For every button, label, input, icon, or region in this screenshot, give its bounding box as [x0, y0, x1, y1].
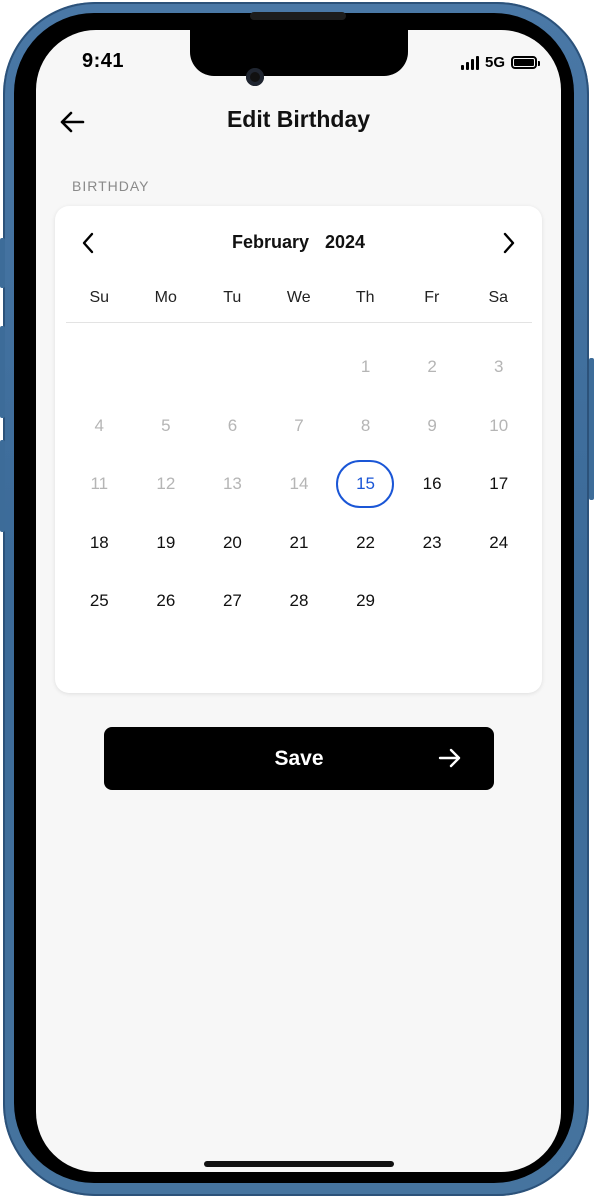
calendar-day-label: 7: [294, 415, 304, 435]
side-button-silent: [0, 238, 5, 288]
days-grid: 1 2 3 4 5 6 7 8 9 10 11 12 13 14 15 16 17 18 19 20 21 22 23 24 2…: [66, 338, 532, 631]
calendar-day-label: 8: [360, 415, 371, 435]
calendar-title: February 2024: [55, 232, 542, 253]
weekday-label: Th: [355, 289, 375, 306]
calendar-day[interactable]: 16: [399, 455, 466, 514]
calendar-day: 3: [465, 338, 532, 397]
network-type: 5G: [484, 54, 505, 71]
save-button-label: Save: [274, 746, 324, 770]
calendar-day-label: 26: [156, 591, 176, 611]
section-label: BIRTHDAY: [72, 178, 150, 194]
signal-icon: [460, 55, 479, 70]
calendar-day-label: 13: [222, 474, 242, 494]
calendar-day-label: 17: [489, 474, 509, 494]
calendar-day[interactable]: 27: [199, 572, 266, 631]
calendar-day[interactable]: 25: [66, 572, 133, 631]
arrow-right-icon: [438, 748, 461, 768]
calendar-day: 10: [465, 397, 532, 456]
calendar-day: 5: [133, 397, 200, 456]
status-indicators: 5G: [460, 54, 540, 71]
calendar-day-label: 15: [356, 474, 376, 494]
page-title: Edit Birthday: [226, 106, 371, 132]
weekday-label: Mo: [154, 289, 177, 306]
calendar-day-empty: [66, 338, 133, 397]
calendar-day-empty: [266, 338, 333, 397]
calendar-day[interactable]: 24: [465, 514, 532, 573]
calendar-day[interactable]: 21: [266, 514, 333, 573]
calendar-day: 7: [266, 397, 333, 456]
calendar-day: 14: [266, 455, 333, 514]
calendar-day-label: 23: [422, 532, 442, 552]
side-button-volume-down: [0, 440, 5, 532]
calendar-day-empty: [399, 572, 466, 631]
calendar-day-label: 1: [360, 357, 371, 377]
calendar-day[interactable]: 26: [133, 572, 200, 631]
calendar-card: February 2024 Su Mo Tu We Th Fr Sa 123456…: [55, 206, 542, 693]
calendar-day-label: 25: [89, 591, 109, 611]
calendar-day-label: 24: [489, 532, 509, 552]
calendar-day: 1: [332, 338, 399, 397]
calendar-day[interactable]: 18: [66, 514, 133, 573]
calendar-day: 9: [399, 397, 466, 456]
calendar-day-label: 5: [161, 415, 171, 435]
calendar-day-label: 12: [156, 474, 176, 494]
calendar-day-label: 27: [222, 591, 242, 611]
calendar-day[interactable]: 23: [399, 514, 466, 573]
save-button[interactable]: Save: [104, 727, 494, 790]
calendar-day-selected[interactable]: 15: [332, 455, 399, 514]
calendar-day: 6: [199, 397, 266, 456]
calendar-day-label: 14: [289, 474, 309, 494]
weekday-label: Tu: [223, 289, 242, 306]
calendar-month: February: [231, 232, 309, 252]
calendar-day-label: 29: [356, 591, 376, 611]
calendar-day-label: 10: [489, 415, 509, 435]
calendar-day-label: 28: [289, 591, 309, 611]
battery-icon: [511, 56, 540, 69]
weekday-label: Su: [89, 289, 110, 306]
calendar-day[interactable]: 28: [266, 572, 333, 631]
calendar-day: 12: [133, 455, 200, 514]
calendar-day-label: 21: [289, 532, 309, 552]
calendar-day: 4: [66, 397, 133, 456]
calendar-day: 2: [399, 338, 466, 397]
screen: 9:41 5G Edit Birthday BIRTHDAY February 2…: [36, 30, 561, 1172]
calendar-day-label: 4: [94, 415, 105, 435]
next-month-button[interactable]: [494, 228, 524, 258]
camera-icon: [246, 68, 264, 86]
calendar-day[interactable]: 19: [133, 514, 200, 573]
calendar-day-label: 20: [222, 532, 242, 552]
calendar-day: 11: [66, 455, 133, 514]
chevron-right-icon: [503, 232, 515, 254]
calendar-day-empty: [199, 338, 266, 397]
home-indicator: [204, 1161, 394, 1167]
weekday-label: We: [286, 289, 311, 306]
divider: [66, 322, 532, 323]
status-time: 9:41: [82, 50, 125, 72]
notch: [190, 30, 408, 76]
side-button-power: [589, 358, 594, 500]
calendar-day-label: 19: [156, 532, 176, 552]
weekday-label: Fr: [424, 289, 440, 306]
calendar-day-label: 18: [89, 532, 109, 552]
calendar-day: 13: [199, 455, 266, 514]
calendar-day[interactable]: 29: [332, 572, 399, 631]
side-button-volume-up: [0, 326, 5, 418]
weekday-label: Sa: [488, 289, 509, 306]
calendar-day-label: 2: [427, 357, 437, 377]
calendar-day: 8: [332, 397, 399, 456]
calendar-day-label: 16: [422, 474, 442, 494]
calendar-day-empty: [465, 572, 532, 631]
calendar-day-empty: [133, 338, 200, 397]
calendar-year: 2024: [324, 232, 366, 252]
calendar-day[interactable]: 20: [199, 514, 266, 573]
calendar-day-label: 3: [493, 357, 504, 377]
calendar-day-label: 11: [90, 474, 109, 494]
calendar-day[interactable]: 22: [332, 514, 399, 573]
speaker-grille: [250, 12, 346, 20]
weekday-header: Su Mo Tu We Th Fr Sa: [66, 289, 532, 307]
calendar-day[interactable]: 17: [465, 455, 532, 514]
calendar-day-label: 6: [227, 415, 238, 435]
calendar-day-label: 9: [427, 415, 437, 435]
calendar-day-label: 22: [356, 532, 376, 552]
